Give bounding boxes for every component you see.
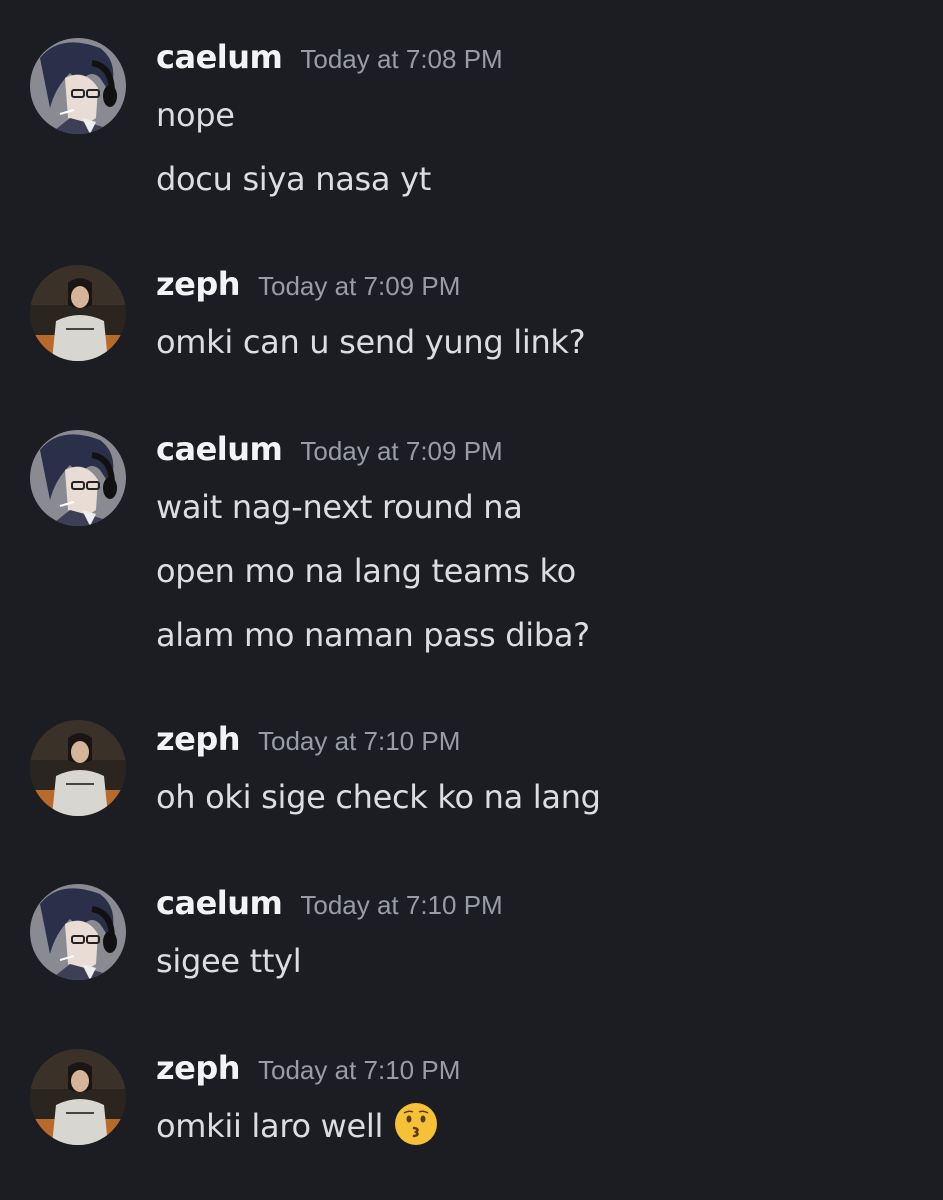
kissing-face-emoji-icon — [395, 1103, 438, 1145]
timestamp: Today at 7:08 PM — [300, 44, 503, 74]
message-header: caelum Today at 7:09 PM — [156, 430, 503, 478]
message-header: caelum Today at 7:10 PM — [156, 884, 503, 932]
username[interactable]: zeph — [156, 720, 241, 758]
message-text: open mo na lang teams ko — [156, 552, 576, 590]
anime-avatar-icon — [30, 38, 126, 134]
username[interactable]: caelum — [156, 38, 283, 76]
message-header: zeph Today at 7:10 PM — [156, 720, 460, 768]
message-text: docu siya nasa yt — [156, 160, 431, 198]
avatar-zeph[interactable] — [30, 265, 126, 361]
message-header: caelum Today at 7:08 PM — [156, 38, 503, 86]
username[interactable]: caelum — [156, 430, 283, 468]
message-header: zeph Today at 7:10 PM — [156, 1049, 460, 1097]
message-text-content: omkii laro well — [156, 1107, 384, 1145]
timestamp: Today at 7:10 PM — [300, 890, 503, 920]
message-text: omki can u send yung link? — [156, 323, 586, 361]
timestamp: Today at 7:10 PM — [258, 1055, 461, 1085]
message-text: wait nag-next round na — [156, 488, 523, 526]
avatar-zeph[interactable] — [30, 1049, 126, 1145]
timestamp: Today at 7:09 PM — [300, 436, 503, 466]
avatar-zeph[interactable] — [30, 720, 126, 816]
photo-avatar-icon — [30, 265, 126, 361]
message-text: oh oki sige check ko na lang — [156, 778, 601, 816]
anime-avatar-icon — [30, 430, 126, 526]
username[interactable]: zeph — [156, 1049, 241, 1087]
username[interactable]: caelum — [156, 884, 283, 922]
message-text: alam mo naman pass diba? — [156, 616, 590, 654]
message-text: omkii laro well — [156, 1103, 439, 1147]
message-text: nope — [156, 96, 235, 134]
username[interactable]: zeph — [156, 265, 241, 303]
timestamp: Today at 7:10 PM — [258, 726, 461, 756]
photo-avatar-icon — [30, 1049, 126, 1145]
timestamp: Today at 7:09 PM — [258, 271, 461, 301]
message-header: zeph Today at 7:09 PM — [156, 265, 460, 313]
avatar-caelum[interactable] — [30, 884, 126, 980]
message-text: sigee ttyl — [156, 942, 302, 980]
photo-avatar-icon — [30, 720, 126, 816]
avatar-caelum[interactable] — [30, 430, 126, 526]
avatar-caelum[interactable] — [30, 38, 126, 134]
anime-avatar-icon — [30, 884, 126, 980]
